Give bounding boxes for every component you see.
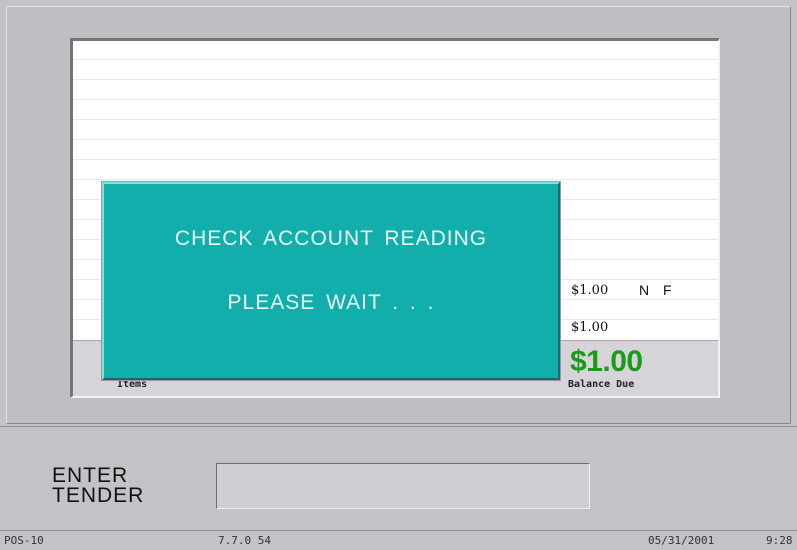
items-count-label: Items [117, 379, 148, 390]
tender-input[interactable] [216, 463, 590, 509]
terminal-id: POS-10 [4, 534, 44, 547]
journal-rule [73, 79, 718, 80]
line-item-flag: N F [639, 282, 677, 298]
status-bar: POS-10 7.7.0 54 05/31/2001 9:28 [0, 530, 797, 550]
balance-due-label: Balance Due [568, 379, 635, 390]
dialog-message: CHECK ACCOUNT READING [174, 227, 488, 250]
balance-due-amount: $1.00 [570, 345, 643, 378]
journal-rule [73, 119, 718, 120]
prompt-line-enter: ENTER [52, 464, 129, 487]
journal-rule [73, 179, 718, 180]
journal-rule [73, 159, 718, 160]
journal-rule [73, 59, 718, 60]
status-date: 05/31/2001 [648, 534, 715, 547]
journal-rule [73, 139, 718, 140]
journal-rule [73, 99, 718, 100]
subtotal-amount: $1.00 [571, 320, 609, 335]
line-item-amount: $1.00 [571, 283, 609, 298]
wait-dialog: CHECK ACCOUNT READING PLEASE WAIT . . . [102, 182, 560, 380]
prompt-line-tender: TENDER [52, 484, 145, 507]
version-label: 7.7.0 54 [218, 534, 271, 547]
dialog-wait-message: PLEASE WAIT . . . [227, 291, 435, 314]
prompt-label: ENTER TENDER [52, 464, 145, 507]
status-time: 9:28 [766, 534, 793, 547]
